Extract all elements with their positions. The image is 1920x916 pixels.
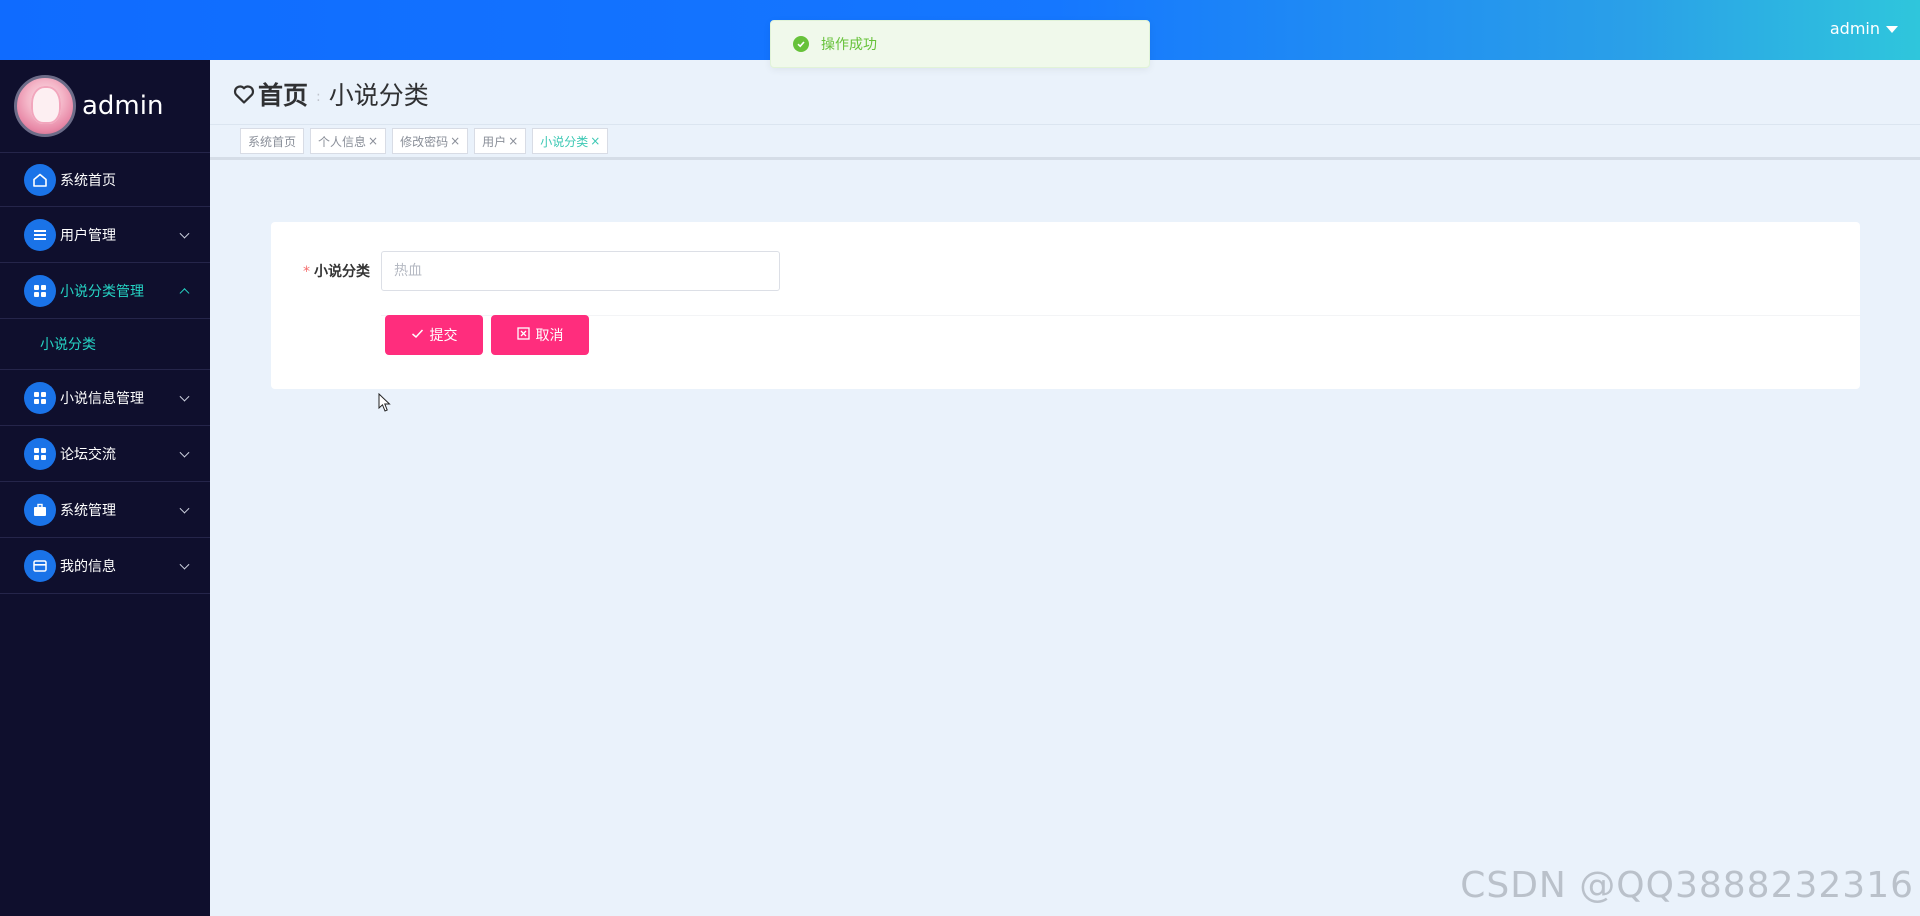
category-field-label: * 小说分类 bbox=[303, 261, 370, 281]
check-circle-icon bbox=[793, 36, 809, 52]
chevron-down-icon bbox=[179, 503, 190, 514]
tag-label: 个人信息 bbox=[318, 134, 367, 149]
sidebar-item-my-info[interactable]: 我的信息 bbox=[0, 538, 210, 594]
grid-icon bbox=[24, 274, 56, 307]
tag-change-password[interactable]: 修改密码 × bbox=[392, 128, 469, 154]
list-icon bbox=[24, 218, 56, 251]
chevron-down-icon bbox=[179, 559, 190, 570]
profile-name: admin bbox=[82, 91, 164, 121]
close-icon[interactable]: × bbox=[590, 134, 600, 148]
tag-user[interactable]: 用户 × bbox=[474, 128, 527, 154]
grid-icon bbox=[24, 437, 56, 470]
sidebar-subitem-label: 小说分类 bbox=[40, 337, 96, 353]
sidebar-item-novel-info-management[interactable]: 小说信息管理 bbox=[0, 370, 210, 426]
sidebar-item-forum[interactable]: 论坛交流 bbox=[0, 426, 210, 482]
breadcrumb-home[interactable]: 首页 bbox=[258, 76, 308, 112]
sidebar-item-home[interactable]: 系统首页 bbox=[0, 153, 210, 207]
watermark: CSDN @QQ3888232316 bbox=[1460, 865, 1914, 906]
submit-button[interactable]: 提交 bbox=[385, 315, 483, 355]
home-icon bbox=[24, 163, 56, 196]
sidebar-item-label: 小说信息管理 bbox=[60, 390, 144, 407]
tag-home[interactable]: 系统首页 bbox=[240, 128, 305, 154]
sidebar-item-label: 我的信息 bbox=[60, 558, 116, 575]
sidebar-item-label: 系统首页 bbox=[60, 172, 116, 189]
wallet-icon bbox=[24, 549, 56, 582]
cancel-button-label: 取消 bbox=[535, 328, 564, 344]
tag-profile[interactable]: 个人信息 × bbox=[310, 128, 387, 154]
sidebar: admin 系统首页 用户管理 小说分类管理 小说分类 小说信息管理 论坛交流 … bbox=[0, 60, 210, 916]
toast-message: 操作成功 bbox=[821, 37, 877, 53]
sidebar-item-novel-category-management[interactable]: 小说分类管理 bbox=[0, 263, 210, 319]
cancel-button[interactable]: 取消 bbox=[491, 315, 589, 355]
sidebar-item-label: 用户管理 bbox=[60, 227, 116, 244]
tag-label: 修改密码 bbox=[400, 134, 449, 149]
tag-label: 小说分类 bbox=[540, 134, 589, 149]
grid-icon bbox=[24, 381, 56, 414]
sidebar-profile: admin bbox=[0, 60, 210, 153]
user-menu[interactable]: admin bbox=[1830, 19, 1898, 38]
sidebar-item-system-management[interactable]: 系统管理 bbox=[0, 482, 210, 538]
tag-label: 系统首页 bbox=[248, 134, 297, 149]
tag-label: 用户 bbox=[482, 134, 507, 149]
close-icon[interactable]: × bbox=[450, 134, 460, 148]
mouse-cursor-icon bbox=[378, 392, 392, 413]
avatar bbox=[14, 75, 76, 137]
close-square-icon bbox=[516, 326, 530, 344]
form-card: *小说分类 提交 取消 bbox=[271, 222, 1860, 389]
required-mark: * bbox=[303, 264, 310, 280]
heart-icon bbox=[232, 82, 256, 106]
submit-button-label: 提交 bbox=[429, 328, 458, 344]
tag-novel-category[interactable]: 小说分类 × bbox=[532, 128, 609, 154]
chevron-down-icon bbox=[179, 228, 190, 239]
category-input[interactable] bbox=[381, 251, 780, 291]
sidebar-item-label: 小说分类管理 bbox=[60, 283, 144, 300]
user-menu-label: admin bbox=[1829, 19, 1880, 38]
chevron-up-icon bbox=[179, 287, 190, 298]
tags-bar: 系统首页 个人信息 × 修改密码 × 用户 × 小说分类 × bbox=[210, 124, 1920, 160]
close-icon[interactable]: × bbox=[508, 134, 518, 148]
breadcrumb-current: 小说分类 bbox=[328, 81, 429, 110]
sidebar-item-label: 系统管理 bbox=[60, 502, 116, 519]
breadcrumb-separator: : bbox=[316, 89, 321, 105]
sidebar-subitem-novel-category[interactable]: 小说分类 bbox=[0, 319, 210, 370]
chevron-down-icon bbox=[179, 447, 190, 458]
success-toast: 操作成功 bbox=[770, 20, 1150, 68]
briefcase-icon bbox=[24, 493, 56, 526]
sidebar-item-label: 论坛交流 bbox=[60, 446, 116, 463]
check-icon bbox=[411, 327, 424, 344]
form-divider bbox=[381, 315, 1860, 316]
sidebar-item-user-management[interactable]: 用户管理 bbox=[0, 207, 210, 263]
caret-down-icon bbox=[1886, 26, 1898, 33]
breadcrumb: 首页 : 小说分类 bbox=[232, 76, 429, 112]
category-field-label-text: 小说分类 bbox=[314, 264, 370, 280]
chevron-down-icon bbox=[179, 391, 190, 402]
close-icon[interactable]: × bbox=[368, 134, 378, 148]
